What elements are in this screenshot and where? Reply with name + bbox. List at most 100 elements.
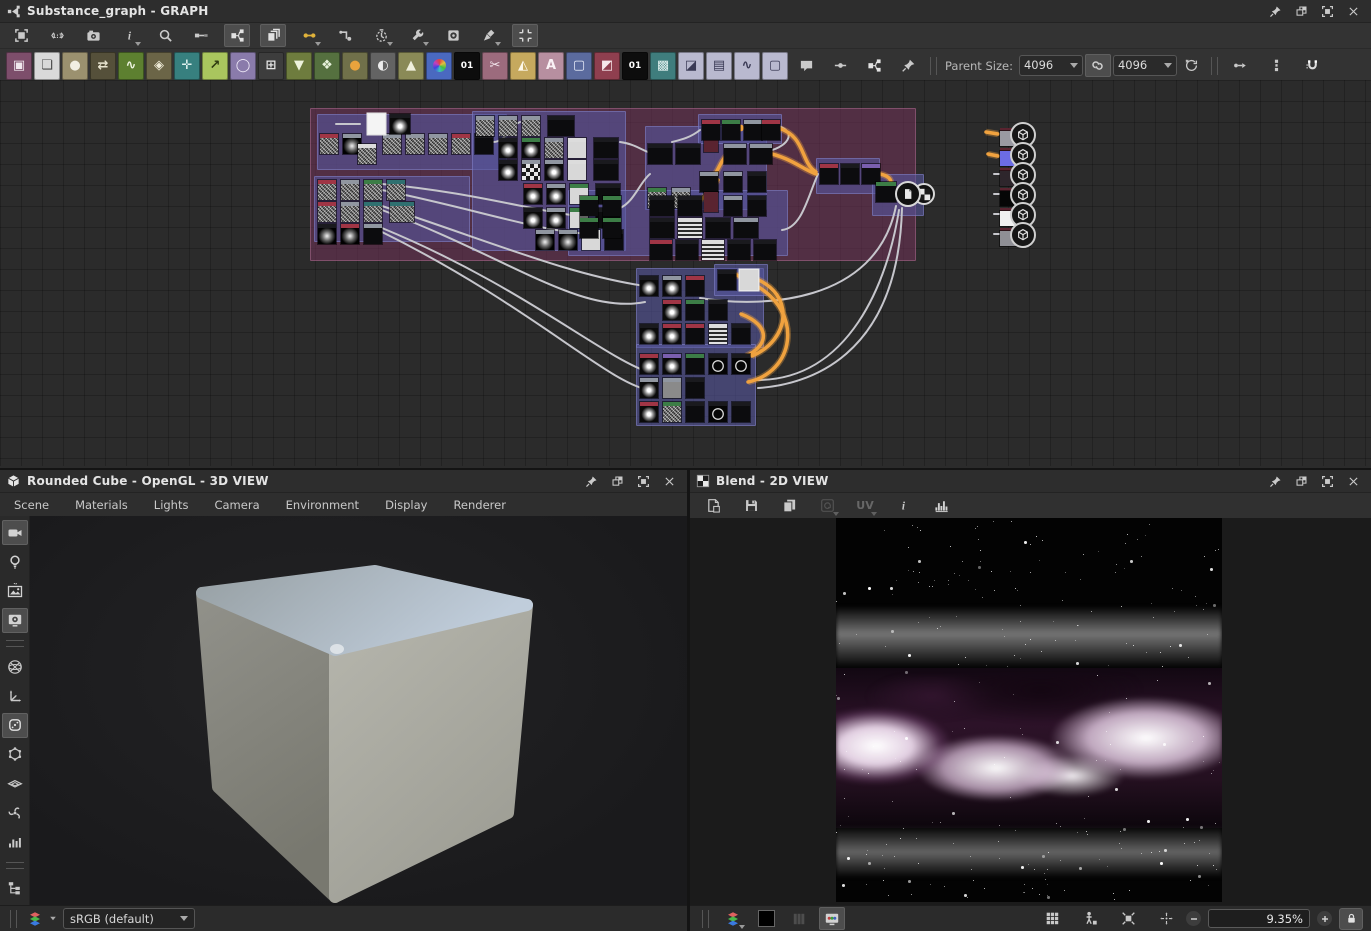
flood-fill-node-button[interactable]: ◩ bbox=[594, 52, 620, 80]
graph-node[interactable] bbox=[704, 192, 718, 212]
height-blend-node-button[interactable]: ▼ bbox=[286, 52, 312, 80]
graph-node[interactable] bbox=[406, 134, 424, 154]
colorspace-layers-icon[interactable] bbox=[27, 911, 43, 927]
graph-node[interactable] bbox=[700, 172, 718, 192]
zoom-input[interactable]: 9.35% bbox=[1208, 909, 1310, 928]
statusbar-grip[interactable] bbox=[702, 910, 709, 928]
graph-node[interactable] bbox=[364, 180, 382, 200]
text-node-button[interactable]: A bbox=[538, 52, 564, 80]
compact-mat-button[interactable] bbox=[260, 24, 286, 47]
graph-node[interactable] bbox=[686, 276, 704, 296]
graph-node[interactable] bbox=[648, 144, 672, 164]
stats-button[interactable] bbox=[2, 830, 28, 855]
conn-elbow-button[interactable] bbox=[332, 24, 358, 47]
pin-button[interactable] bbox=[1267, 3, 1283, 19]
graph-node[interactable] bbox=[524, 208, 542, 228]
graph-mode-button[interactable] bbox=[224, 24, 250, 47]
graph-node[interactable] bbox=[820, 164, 838, 184]
comment-button[interactable] bbox=[793, 54, 819, 77]
histogram-scan-node-button[interactable]: ▲ bbox=[398, 52, 424, 80]
graph-node[interactable] bbox=[603, 196, 621, 216]
graph-node[interactable] bbox=[650, 218, 674, 238]
reset-size-button[interactable] bbox=[1179, 54, 1205, 77]
uv-mode-button[interactable]: UV bbox=[852, 494, 878, 517]
graph-node[interactable] bbox=[663, 324, 681, 344]
graph-node[interactable] bbox=[678, 196, 702, 216]
graph-node[interactable] bbox=[390, 114, 410, 134]
graph-node[interactable] bbox=[686, 378, 704, 398]
menu-scene[interactable]: Scene bbox=[14, 498, 49, 512]
plane-button[interactable] bbox=[2, 771, 28, 796]
zoom-out-button[interactable] bbox=[1186, 911, 1201, 926]
monitor-gear-button[interactable] bbox=[2, 608, 28, 633]
graph-node[interactable] bbox=[663, 402, 681, 422]
menu-display[interactable]: Display bbox=[385, 498, 427, 512]
save-button[interactable] bbox=[738, 494, 764, 517]
view2d-panel-header[interactable]: Blend - 2D VIEW bbox=[690, 470, 1371, 493]
menu-lights[interactable]: Lights bbox=[154, 498, 189, 512]
fit-view-button[interactable] bbox=[1115, 907, 1141, 930]
square-node-node-button[interactable]: ▢ bbox=[762, 52, 788, 80]
graph-node[interactable] bbox=[702, 120, 720, 140]
graph-node[interactable] bbox=[452, 134, 470, 154]
close-button[interactable] bbox=[661, 473, 677, 489]
graph-node[interactable] bbox=[748, 172, 766, 192]
graph-node[interactable] bbox=[724, 196, 742, 216]
crop-node-button[interactable]: ✂ bbox=[482, 52, 508, 80]
restore-button[interactable] bbox=[1293, 3, 1309, 19]
graph-node[interactable] bbox=[709, 354, 727, 374]
layers-rgb-button[interactable] bbox=[720, 907, 746, 930]
menu-camera[interactable]: Camera bbox=[214, 498, 259, 512]
view2d-viewport[interactable]: 4096 x 4096 (RGBA, 16bpc) bbox=[690, 518, 1371, 905]
graph-node[interactable] bbox=[841, 164, 859, 184]
one-one-button[interactable]: 1:1 bbox=[44, 24, 70, 47]
graph-node[interactable] bbox=[650, 196, 674, 216]
menu-renderer[interactable]: Renderer bbox=[453, 498, 506, 512]
bitmap-node-button[interactable]: ▣ bbox=[6, 52, 32, 80]
graph-node[interactable] bbox=[686, 300, 704, 320]
rectangle-select-node-button[interactable]: ▢ bbox=[566, 52, 592, 80]
graph-node[interactable] bbox=[603, 218, 621, 238]
blur-node-button[interactable]: ● bbox=[62, 52, 88, 80]
graph-node[interactable] bbox=[499, 160, 517, 180]
graph-node[interactable] bbox=[547, 184, 565, 204]
gradient-node-button[interactable]: ◐ bbox=[370, 52, 396, 80]
histogram-button[interactable] bbox=[928, 494, 954, 517]
wrench-button[interactable] bbox=[404, 24, 430, 47]
cube-mesh-button[interactable] bbox=[2, 742, 28, 767]
graph-node[interactable] bbox=[640, 276, 658, 296]
graph-node[interactable] bbox=[640, 402, 658, 422]
output-node[interactable] bbox=[1000, 228, 1030, 246]
parent-size-link-button[interactable] bbox=[1085, 54, 1111, 77]
restore-button[interactable] bbox=[609, 473, 625, 489]
graph-node[interactable] bbox=[709, 324, 727, 344]
curve-node-node-button[interactable]: ∿ bbox=[734, 52, 760, 80]
graph-node[interactable] bbox=[728, 240, 750, 260]
hsl-node-button[interactable] bbox=[426, 52, 452, 80]
graph-node[interactable] bbox=[732, 354, 750, 374]
env-img-button[interactable] bbox=[2, 579, 28, 604]
graph-panel-header[interactable]: Substance_graph - GRAPH bbox=[0, 0, 1371, 23]
graph-node[interactable] bbox=[724, 144, 746, 164]
graph-node[interactable] bbox=[744, 120, 762, 140]
graph-node[interactable] bbox=[686, 324, 704, 344]
graph-node[interactable] bbox=[676, 144, 700, 164]
dot-node-button[interactable]: ● bbox=[342, 52, 368, 80]
info-button[interactable]: i bbox=[890, 494, 916, 517]
pin-button[interactable] bbox=[583, 473, 599, 489]
graph-node[interactable] bbox=[580, 218, 598, 238]
graph-node[interactable] bbox=[320, 134, 338, 154]
grid-snap-button[interactable] bbox=[512, 24, 538, 47]
zoom-lock-button[interactable] bbox=[1339, 908, 1363, 930]
graph-node[interactable] bbox=[686, 354, 704, 374]
graph-node[interactable] bbox=[640, 324, 658, 344]
view3d-viewport[interactable] bbox=[30, 516, 687, 905]
align-v-button[interactable] bbox=[1264, 54, 1290, 77]
graph-node[interactable] bbox=[706, 218, 730, 238]
uniform-color-node-button[interactable]: ▤ bbox=[706, 52, 732, 80]
mirror-node-button[interactable]: ◭ bbox=[510, 52, 536, 80]
tiling-button[interactable] bbox=[1039, 907, 1065, 930]
thumb-mode-button[interactable] bbox=[440, 24, 466, 47]
position-node-button[interactable]: ❖ bbox=[314, 52, 340, 80]
graph-node[interactable] bbox=[318, 180, 336, 200]
